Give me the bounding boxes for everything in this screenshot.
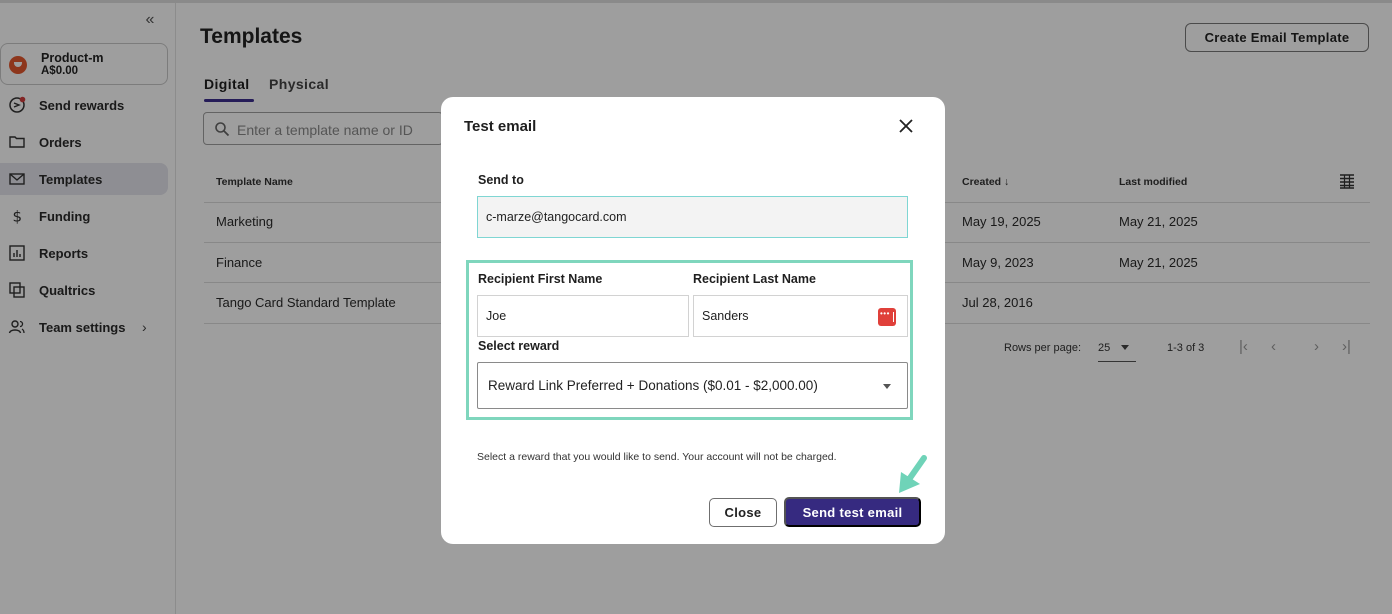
pointer-arrow-icon [896,454,930,496]
dialog-title: Test email [464,118,537,135]
send-to-field[interactable]: c-marze@tangocard.com [477,196,908,238]
close-button[interactable]: Close [709,498,777,527]
password-manager-icon[interactable] [878,308,896,326]
reward-select[interactable]: Reward Link Preferred + Donations ($0.01… [477,362,908,409]
last-name-field[interactable]: Sanders [693,295,908,337]
close-icon[interactable] [896,116,916,136]
caret-down-icon [883,384,891,389]
test-email-dialog: Test email Send to c-marze@tangocard.com… [441,97,945,544]
first-name-value: Joe [486,309,507,323]
select-reward-label: Select reward [478,339,560,353]
reward-helper-text: Select a reward that you would like to s… [477,451,837,463]
reward-select-value: Reward Link Preferred + Donations ($0.01… [488,378,818,393]
send-test-email-button[interactable]: Send test email [784,497,921,527]
first-name-field[interactable]: Joe [477,295,689,337]
last-name-label: Recipient Last Name [693,272,816,286]
first-name-label: Recipient First Name [478,272,603,286]
send-to-label: Send to [478,173,524,187]
send-to-value: c-marze@tangocard.com [486,210,627,224]
last-name-value: Sanders [702,309,749,323]
